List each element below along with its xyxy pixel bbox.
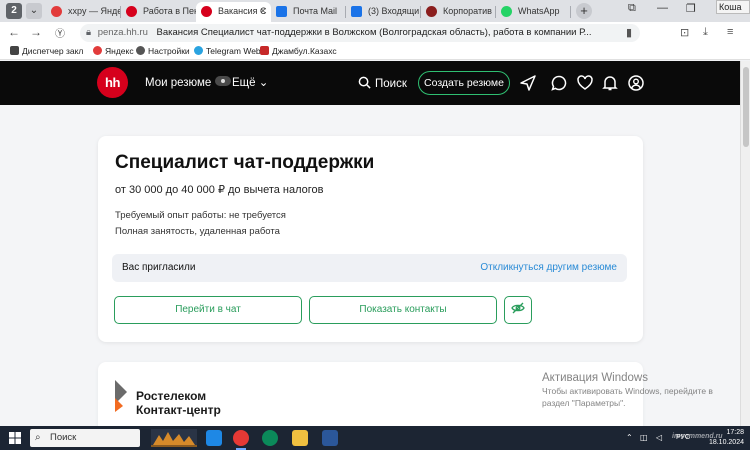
eye-off-icon bbox=[511, 302, 525, 314]
tab-vacancy[interactable]: Вакансия С × bbox=[196, 2, 271, 22]
windows-taskbar: ⌕ Поиск ⌃ ◫ ◁ РУС 17:28 18.10.2024 bbox=[0, 426, 750, 450]
hh-icon bbox=[201, 6, 212, 17]
profile-icon[interactable]: 2 bbox=[6, 3, 22, 19]
minimize-icon[interactable]: — bbox=[657, 2, 668, 14]
back-icon[interactable]: ← bbox=[6, 25, 22, 39]
bookmark-dzhambul[interactable]: Джамбул.Казахс bbox=[260, 45, 337, 58]
yandex-icon bbox=[93, 46, 102, 55]
yandex-icon bbox=[51, 6, 62, 17]
bookmark-settings[interactable]: Настройки bbox=[136, 45, 190, 58]
bookmarks-icon bbox=[10, 46, 19, 55]
vacancy-salary: от 30 000 до 40 000 ₽ до вычета налогов bbox=[115, 184, 324, 196]
vacancy-card: Специалист чат-поддержки от 30 000 до 40… bbox=[98, 136, 643, 342]
tab-work[interactable]: Работа в Пен bbox=[121, 2, 197, 22]
extensions-icon[interactable]: ⊡ bbox=[680, 26, 689, 39]
tab-mail[interactable]: Почта Mail bbox=[271, 2, 346, 22]
send-icon[interactable] bbox=[519, 74, 537, 92]
tray-chevron-icon[interactable]: ⌃ bbox=[626, 433, 633, 442]
create-resume-button[interactable]: Создать резюме bbox=[418, 71, 510, 95]
page-scrollbar[interactable] bbox=[740, 61, 750, 426]
search-highlight-image bbox=[151, 429, 197, 447]
bookmarks-bar: Диспетчер закл Яндекс Настройки Telegram… bbox=[0, 44, 750, 60]
profile-icon[interactable] bbox=[627, 74, 645, 92]
show-contacts-button[interactable]: Показать контакты bbox=[309, 296, 497, 324]
search-link[interactable]: Поиск bbox=[358, 76, 407, 91]
telegram-icon bbox=[194, 46, 203, 55]
search-icon: ⌕ bbox=[35, 432, 41, 443]
close-tab-icon[interactable]: × bbox=[260, 2, 266, 21]
windows-start-icon[interactable] bbox=[9, 432, 21, 444]
site-header: hh Мои резюме Ещё ⌄ Поиск Создать резюме bbox=[0, 61, 740, 105]
tab-corporate[interactable]: Корпоратив bbox=[421, 2, 496, 22]
network-icon[interactable]: ◫ bbox=[640, 433, 648, 442]
gear-icon bbox=[136, 46, 145, 55]
more-menu[interactable]: Ещё ⌄ bbox=[232, 76, 268, 90]
word-icon[interactable] bbox=[322, 430, 338, 446]
company-name[interactable]: Ростелеком bbox=[136, 389, 206, 403]
bookmark-dispatcher[interactable]: Диспетчер закл bbox=[10, 45, 83, 58]
hide-vacancy-button[interactable] bbox=[504, 296, 532, 324]
bookmark-telegram[interactable]: Telegram Web bbox=[194, 45, 261, 58]
bookmark-icon[interactable]: ▮ bbox=[626, 26, 632, 39]
chat-icon[interactable] bbox=[550, 74, 568, 92]
collections-icon[interactable]: ⧉ bbox=[628, 2, 636, 15]
tab-inbox[interactable]: (3) Входящи bbox=[346, 2, 421, 22]
invitation-panel: Вас пригласили Откликнуться другим резюм… bbox=[112, 254, 627, 282]
my-resumes-link[interactable]: Мои резюме bbox=[145, 76, 232, 90]
mail-icon bbox=[351, 6, 362, 17]
new-tab-button[interactable]: + bbox=[576, 3, 592, 19]
bookmark-yandex[interactable]: Яндекс bbox=[93, 45, 134, 58]
mail-app-icon[interactable] bbox=[206, 430, 222, 446]
go-to-chat-button[interactable]: Перейти в чат bbox=[114, 296, 302, 324]
url-field[interactable]: 🔒︎ penza.hh.ru Вакансия Специалист чат-п… bbox=[80, 24, 640, 42]
scrollbar-thumb[interactable] bbox=[743, 67, 749, 147]
respond-other-resume-link[interactable]: Откликнуться другим резюме bbox=[480, 262, 617, 273]
edge-icon[interactable] bbox=[262, 430, 278, 446]
news-icon bbox=[260, 46, 269, 55]
search-icon bbox=[358, 76, 371, 89]
hh-logo[interactable]: hh bbox=[97, 67, 128, 98]
invited-label: Вас пригласили bbox=[122, 262, 196, 273]
corporate-icon bbox=[426, 6, 437, 17]
restore-icon[interactable]: ❐ bbox=[686, 2, 696, 15]
vacancy-title: Специалист чат-поддержки bbox=[115, 152, 375, 173]
address-bar-row: ← → Ⓨ 🔒︎ penza.hh.ru Вакансия Специалист… bbox=[0, 22, 750, 44]
tab-list-icon[interactable]: ⌄ bbox=[26, 3, 42, 19]
vacancy-employment: Полная занятость, удаленная работа bbox=[115, 226, 280, 237]
volume-icon[interactable]: ◁ bbox=[656, 433, 662, 442]
file-explorer-icon[interactable] bbox=[292, 430, 308, 446]
yandex-protect-icon[interactable]: Ⓨ bbox=[52, 25, 68, 40]
rostelecom-logo-icon bbox=[115, 380, 127, 412]
company-subtitle: Контакт-центр bbox=[136, 403, 221, 417]
downloads-icon[interactable]: ⤓ bbox=[703, 26, 708, 39]
forward-icon[interactable]: → bbox=[28, 25, 44, 39]
chevron-down-icon: ⌄ bbox=[258, 77, 269, 89]
window-tooltip: Коша bbox=[716, 0, 750, 14]
menu-icon[interactable]: ≡ bbox=[727, 26, 733, 38]
yandex-browser-icon[interactable] bbox=[233, 430, 249, 450]
bell-icon[interactable] bbox=[601, 74, 619, 92]
resume-count-badge bbox=[215, 76, 232, 86]
taskbar-search[interactable]: ⌕ Поиск bbox=[30, 429, 140, 447]
tab-yandex[interactable]: хxpy — Яндекс bbox=[46, 2, 121, 22]
windows-activation-notice: Активация Windows Чтобы активировать Win… bbox=[542, 372, 713, 408]
lock-icon: 🔒︎ bbox=[86, 27, 92, 38]
mail-icon bbox=[276, 6, 287, 17]
browser-tab-strip: 2 ⌄ хxpy — Яндекс Работа в Пен Вакансия … bbox=[0, 0, 750, 22]
heart-icon[interactable] bbox=[576, 74, 594, 92]
hh-icon bbox=[126, 6, 137, 17]
whatsapp-icon bbox=[501, 6, 512, 17]
watermark: irecommend.ru bbox=[672, 433, 723, 440]
vacancy-experience: Требуемый опыт работы: не требуется bbox=[115, 210, 286, 221]
tab-whatsapp[interactable]: WhatsApp bbox=[496, 2, 571, 22]
